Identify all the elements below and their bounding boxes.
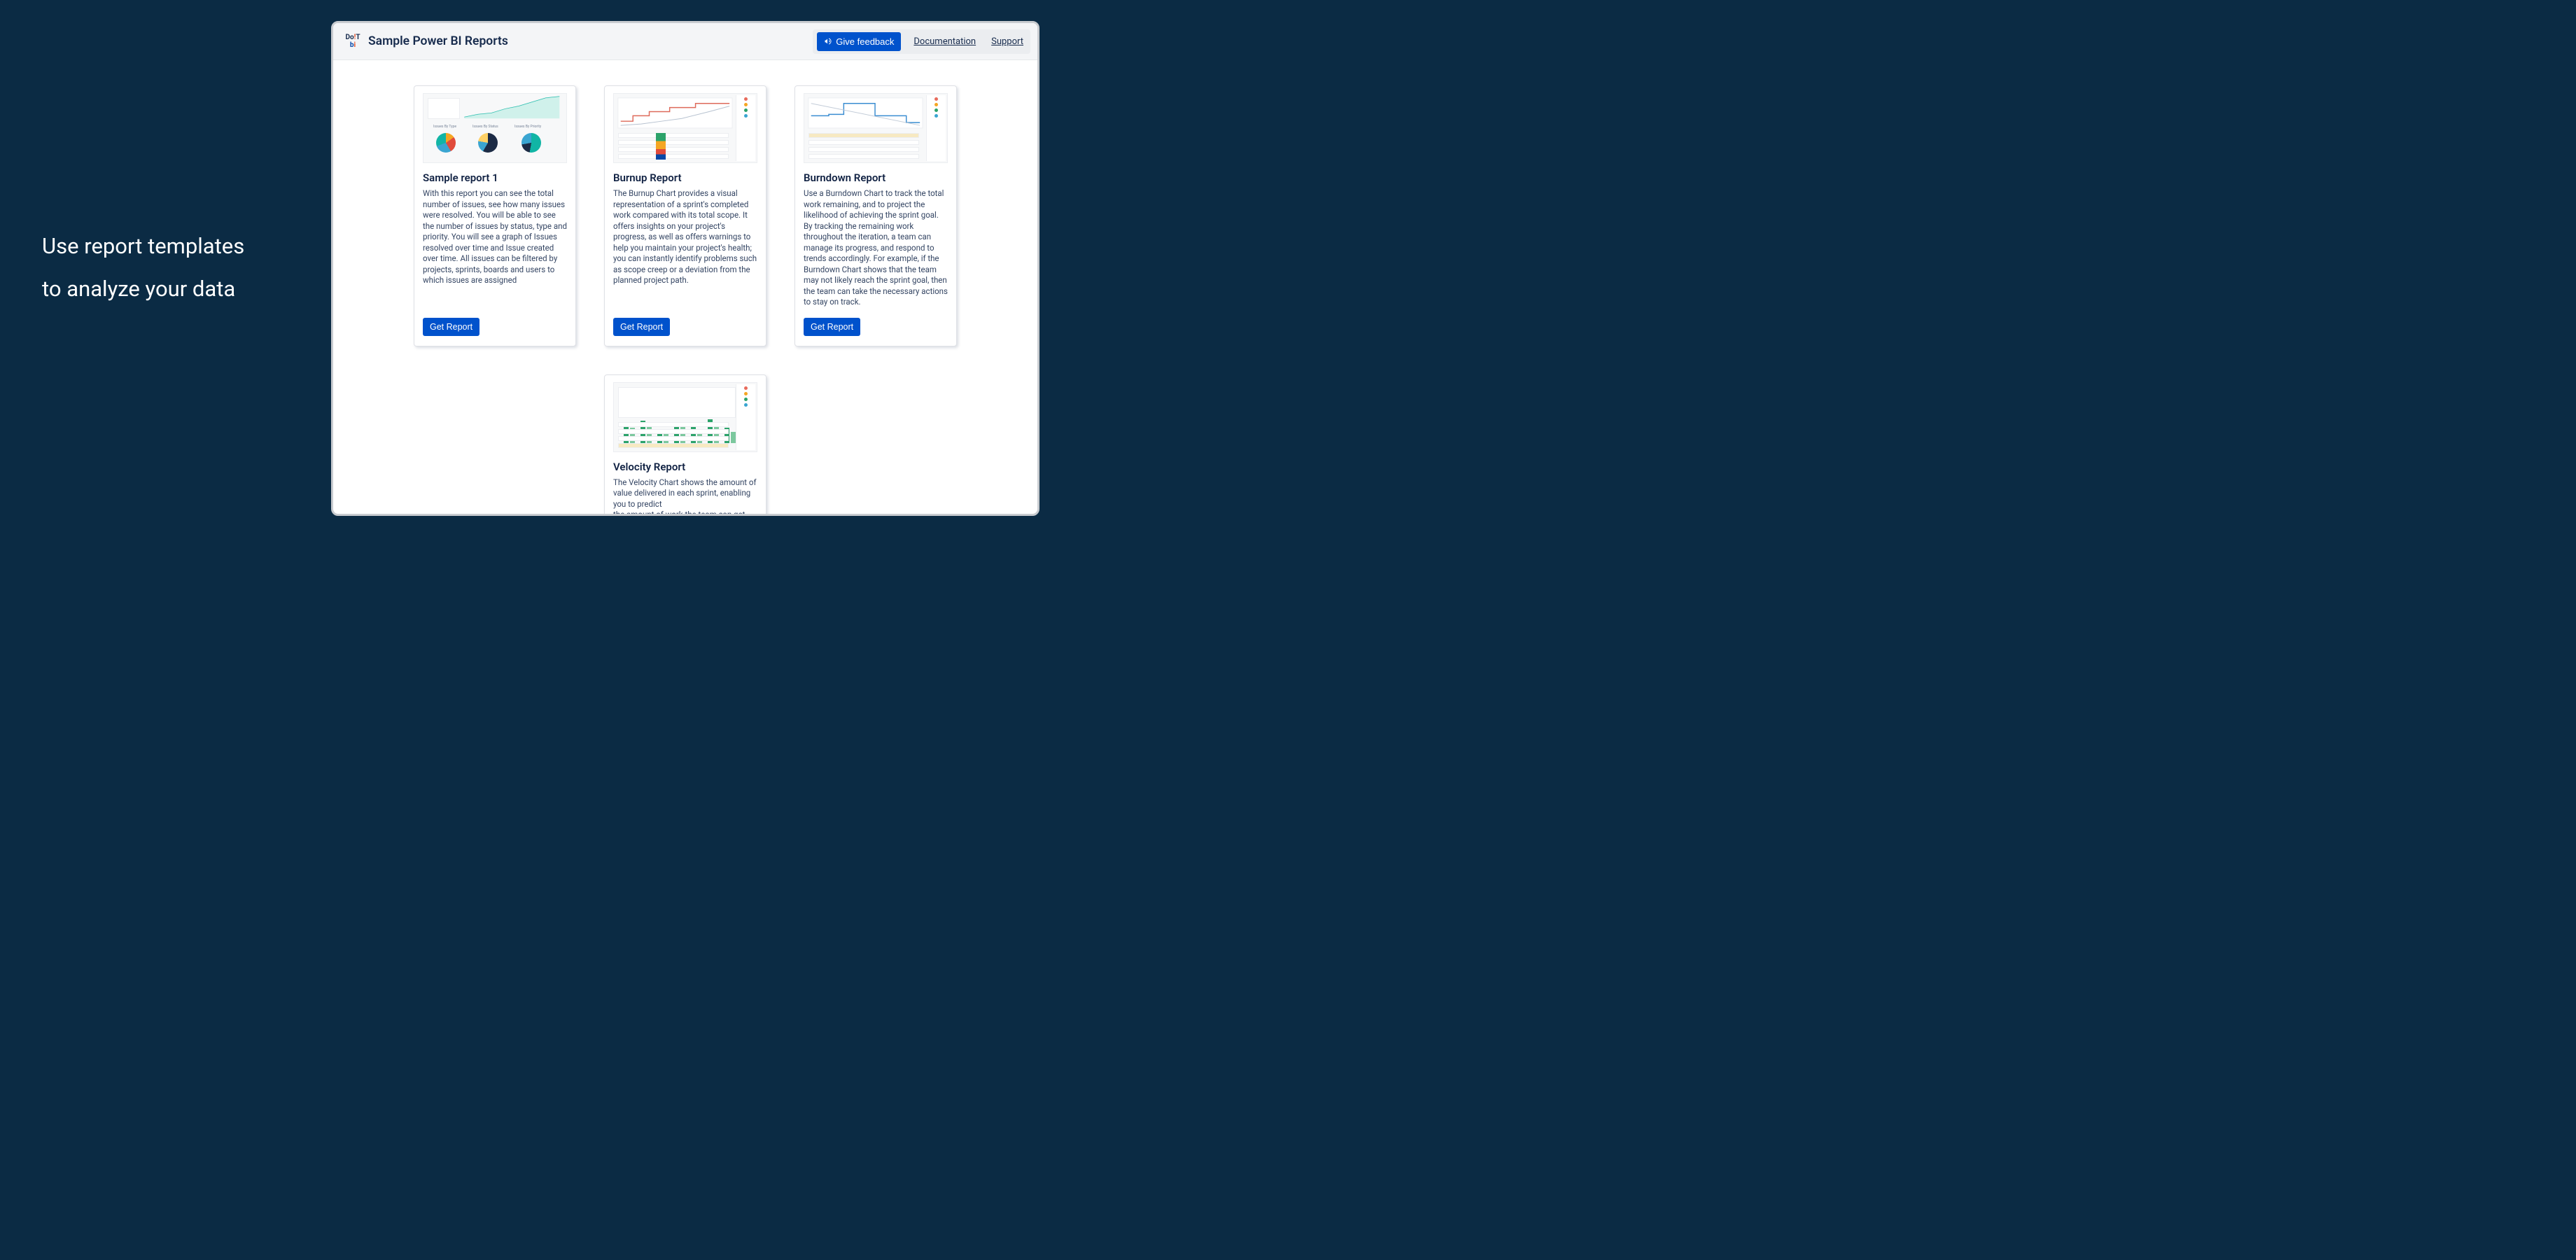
thumbnail-burndown bbox=[804, 93, 948, 163]
card-title: Sample report 1 bbox=[423, 172, 567, 184]
doit-bi-logo: Do!T bi bbox=[343, 31, 363, 51]
cards-grid: Issues By Type Issues By Status Issues B… bbox=[414, 85, 957, 489]
app-body: Issues By Type Issues By Status Issues B… bbox=[333, 60, 1037, 514]
app-window: Do!T bi Sample Power BI Reports Give fee… bbox=[331, 21, 1040, 516]
card-velocity-report: Velocity Report The Velocity Chart shows… bbox=[604, 374, 766, 514]
hero-line2: to analyze your data bbox=[42, 274, 331, 304]
give-feedback-label: Give feedback bbox=[836, 36, 894, 47]
card-description: With this report you can see the total n… bbox=[423, 188, 567, 308]
support-link[interactable]: Support bbox=[988, 34, 1026, 50]
card-burndown-report: Burndown Report Use a Burndown Chart to … bbox=[794, 85, 957, 346]
hero-line1: Use report templates bbox=[42, 231, 331, 261]
thumbnail-velocity bbox=[613, 382, 757, 452]
megaphone-icon bbox=[824, 37, 832, 46]
thumbnail-burnup bbox=[613, 93, 757, 163]
thumbnail-sample-report: Issues By Type Issues By Status Issues B… bbox=[423, 93, 567, 163]
card-title: Velocity Report bbox=[613, 461, 757, 473]
card-burnup-report: Burnup Report The Burnup Chart provides … bbox=[604, 85, 766, 346]
card-description: The Velocity Chart shows the amount of v… bbox=[613, 477, 757, 514]
header-actions: Give feedback Documentation Support bbox=[813, 29, 1030, 54]
get-report-button[interactable]: Get Report bbox=[423, 318, 479, 336]
app-header: Do!T bi Sample Power BI Reports Give fee… bbox=[333, 23, 1037, 60]
page-title: Sample Power BI Reports bbox=[368, 34, 508, 48]
card-title: Burndown Report bbox=[804, 172, 948, 184]
get-report-button[interactable]: Get Report bbox=[804, 318, 860, 336]
card-sample-report-1: Issues By Type Issues By Status Issues B… bbox=[414, 85, 576, 346]
hero-text: Use report templates to analyze your dat… bbox=[0, 0, 331, 317]
card-description: The Burnup Chart provides a visual repre… bbox=[613, 188, 757, 308]
card-description: Use a Burndown Chart to track the total … bbox=[804, 188, 948, 308]
documentation-link[interactable]: Documentation bbox=[911, 34, 979, 50]
give-feedback-button[interactable]: Give feedback bbox=[817, 32, 901, 51]
get-report-button[interactable]: Get Report bbox=[613, 318, 670, 336]
card-title: Burnup Report bbox=[613, 172, 757, 184]
